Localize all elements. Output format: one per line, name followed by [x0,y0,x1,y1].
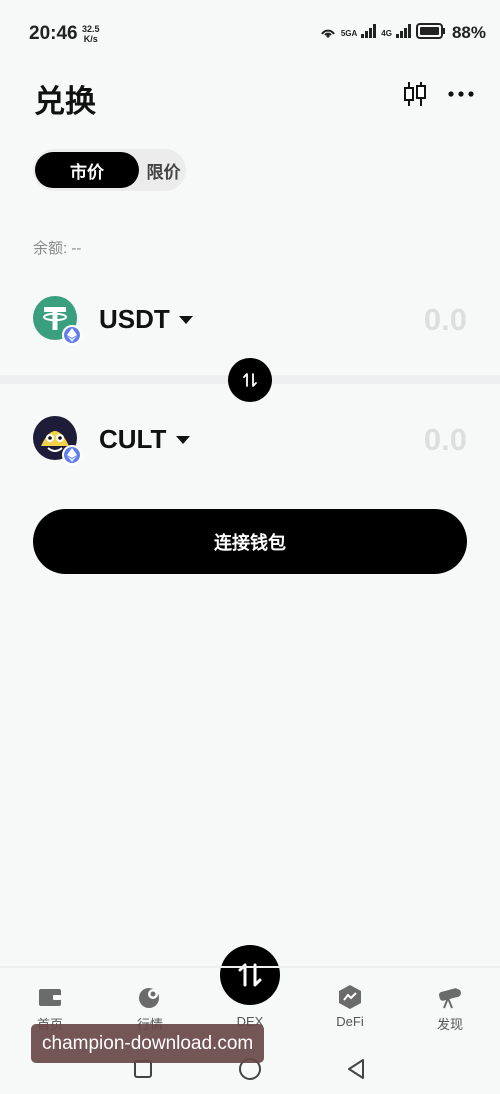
connect-wallet-button[interactable]: 连接钱包 [33,509,467,574]
to-amount-input[interactable]: 0.0 [424,422,467,458]
swap-direction-button[interactable] [228,358,272,402]
nav-item-defi[interactable]: DeFi [310,984,390,1029]
more-horizontal-icon[interactable] [446,78,476,110]
watermark: champion-download.com [31,1024,265,1063]
order-type-tabs: 市价 限价 [33,149,186,191]
nav-label: DeFi [336,1014,364,1029]
ethereum-icon [62,325,82,345]
wallet-icon [37,984,63,1010]
nav-icon-spacer [237,984,263,1010]
from-amount-input[interactable]: 0.0 [424,302,467,338]
nav-label: 发现 [436,1017,463,1032]
balance-label: 余额: -- [33,240,82,257]
page-title: 兑换 [34,84,96,119]
status-bar: 20:46 32.5 K/s 5GA 4G 88% [0,0,500,64]
nav-item-dex[interactable]: DEX [210,984,290,1029]
swap-arrows-icon [243,373,257,387]
battery-percent: 88% [451,23,486,42]
network-speed-unit: K/s [83,34,98,44]
network-speed-value: 32.5 [82,24,100,34]
market-icon [137,984,163,1010]
status-icons: 5GA 4G 88% [319,22,486,44]
clock: 20:46 [29,23,78,44]
chevron-down-icon[interactable] [179,316,193,324]
to-token-row: CULT 0.0 [33,416,467,476]
tab-limit[interactable]: 限价 [141,149,186,191]
signal-bars-icon [395,23,412,43]
signal-label-1: 5GA [340,28,358,38]
defi-hexagon-icon [337,984,363,1010]
network-speed: 32.5 K/s [82,24,100,44]
candlestick-chart-icon[interactable] [400,78,430,110]
telescope-icon [437,984,463,1010]
from-token-symbol[interactable]: USDT [99,304,170,335]
tab-market[interactable]: 市价 [35,152,139,188]
nav-item-discover[interactable]: 发现 [410,984,490,1033]
from-token-row: USDT 0.0 [33,296,467,356]
ethereum-icon [62,445,82,465]
to-token-symbol[interactable]: CULT [99,424,166,455]
back-triangle-icon [348,1059,364,1079]
hotspot-icon [319,23,337,44]
chevron-down-icon[interactable] [176,436,190,444]
signal-label-2: 4G [381,28,392,38]
signal-bars-icon [361,23,377,43]
battery-icon [415,22,446,44]
back-button[interactable] [343,1056,369,1082]
